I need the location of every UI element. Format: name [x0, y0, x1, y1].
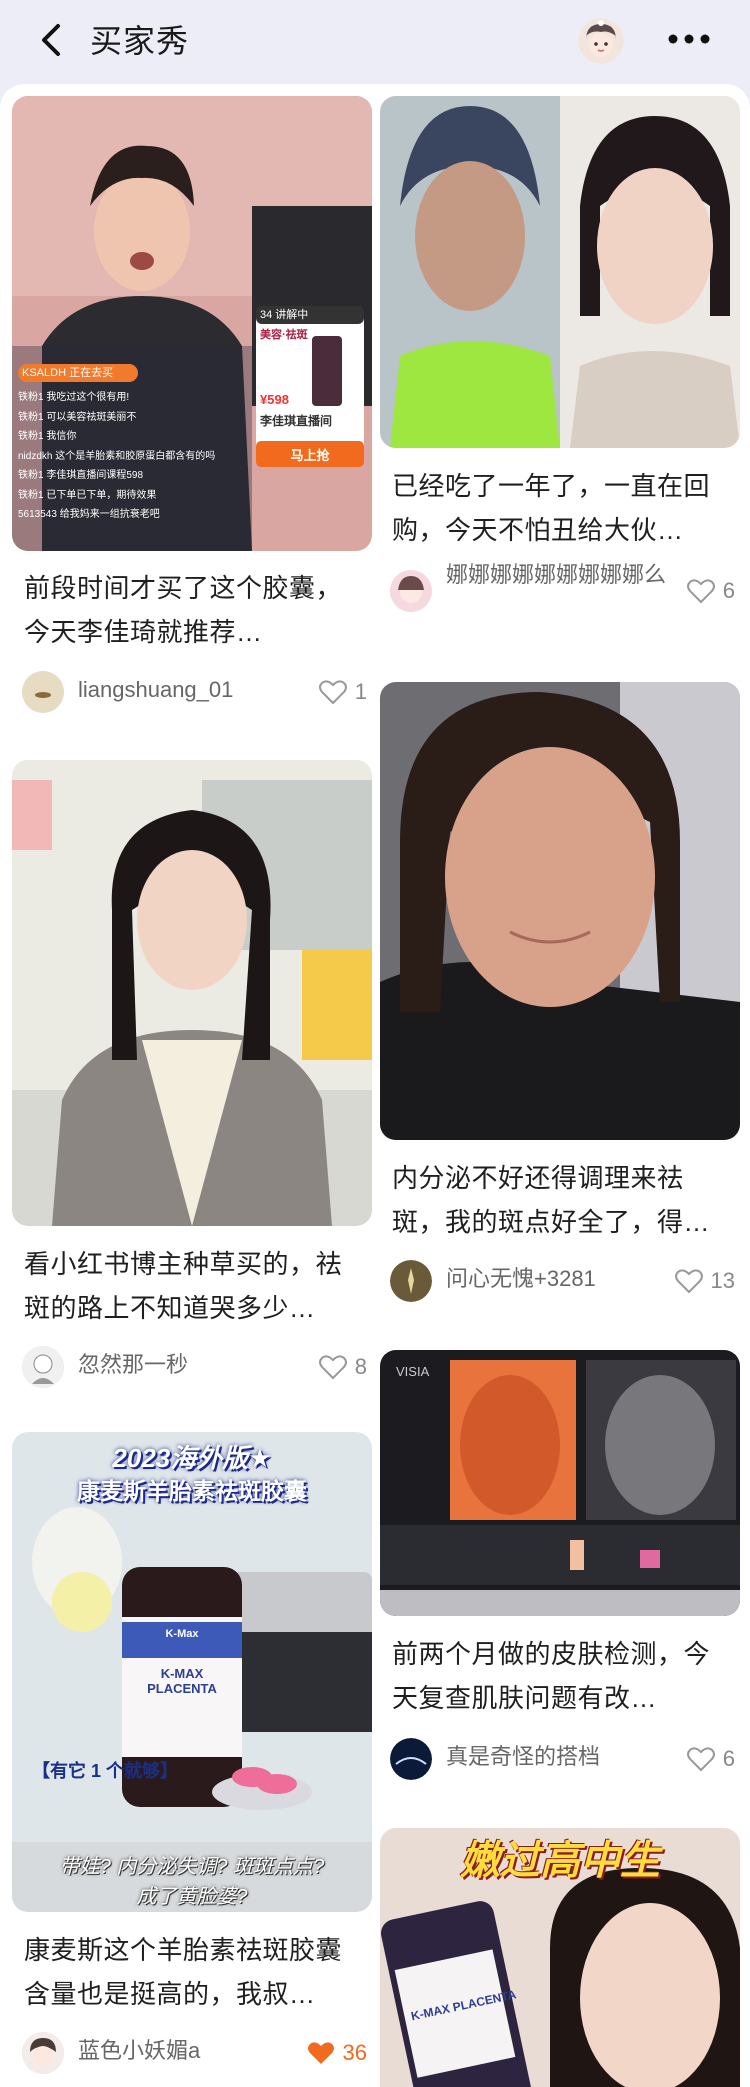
heart-icon — [686, 579, 715, 604]
post-image[interactable] — [12, 760, 372, 1226]
live-badge: 34 讲解中 — [260, 309, 309, 321]
post-caption[interactable]: 前两个月做的皮肤检测，今天复查肌肤问题有改… — [392, 1632, 732, 1720]
image-tag: 【有它 1 个就够】 — [32, 1761, 179, 1781]
author-name[interactable]: 忽然那一秒 — [78, 1350, 288, 1380]
post-caption[interactable]: 康麦斯这个羊胎素祛斑胶囊含量也是挺高的，我叔… — [24, 1928, 364, 2016]
host-tag: KSALDH 正在去买 — [22, 367, 114, 379]
heart-filled-icon — [307, 2042, 334, 2064]
post-meta: liangshuang_01 1 — [22, 669, 367, 715]
post-meta: 蓝色小妖媚a 36 — [22, 2030, 367, 2076]
like-count: 6 — [722, 578, 735, 603]
post-caption[interactable]: 看小红书博主种草买的，祛斑的路上不知道哭多少… — [24, 1242, 364, 1330]
like-button[interactable]: 36 — [307, 2038, 367, 2068]
bottle-brand: K-Max — [165, 1628, 199, 1640]
heart-icon — [686, 1747, 715, 1772]
post-meta: 问心无愧+3281 13 — [390, 1258, 735, 1304]
image-bottom-text: 成了黄脸婆? — [136, 1886, 248, 1908]
author-name[interactable]: 蓝色小妖媚a — [78, 2036, 288, 2066]
waterfall-feed[interactable]: 34 讲解中 美容·祛斑 ¥598 李佳琪直播间 马上抢 KSALDH 正在去买… — [0, 84, 750, 2087]
live-comment: nidzdkh 这个是羊胎素和胶原蛋白都含有的吗 — [18, 450, 216, 462]
image-subheadline: 康麦斯羊胎素祛斑胶囊 — [77, 1478, 307, 1504]
page-title: 买家秀 — [90, 23, 190, 59]
heart-icon — [318, 1355, 347, 1380]
post-image[interactable] — [380, 96, 740, 448]
post-image[interactable]: 2023海外版★ 康麦斯羊胎素祛斑胶囊 K-Max K-MAX PLACENTA… — [12, 1432, 372, 1912]
like-button[interactable]: 13 — [674, 1266, 735, 1296]
live-comment: 5613543 给我妈来一组抗衰老吧 — [18, 509, 160, 520]
post-card[interactable]: 34 讲解中 美容·祛斑 ¥598 李佳琪直播间 马上抢 KSALDH 正在去买… — [12, 96, 372, 713]
live-comment: 铁粉1 我吃过这个很有用! — [18, 392, 130, 403]
avatar[interactable] — [578, 18, 624, 64]
author-name[interactable]: 真是奇怪的搭档 — [446, 1742, 656, 1772]
back-button[interactable] — [36, 20, 70, 60]
buy-now-button: 马上抢 — [290, 448, 330, 463]
avatar[interactable] — [390, 1260, 432, 1302]
product-price: ¥598 — [260, 392, 289, 407]
top-bar: 买家秀 — [0, 0, 750, 84]
like-button[interactable]: 1 — [318, 677, 367, 707]
heart-icon — [318, 680, 347, 705]
like-count: 6 — [722, 1746, 735, 1771]
avatar[interactable] — [22, 2032, 64, 2074]
live-comments: 铁粉1 我吃过这个很有用! 铁粉1 可以美容祛斑美丽不 铁粉1 我信你 nidz… — [18, 388, 254, 525]
post-image[interactable] — [380, 682, 740, 1140]
avatar[interactable] — [22, 671, 64, 713]
image-headline: 嫩过高中生 — [460, 1839, 660, 1883]
product-title: 美容·祛斑 — [260, 329, 308, 341]
author-name[interactable]: liangshuang_01 — [78, 675, 288, 705]
live-room-label: 李佳琪直播间 — [260, 414, 333, 428]
like-count: 36 — [342, 2040, 367, 2065]
live-comment: 铁粉1 可以美容祛斑美丽不 — [18, 411, 137, 423]
live-comment: 铁粉1 已下单已下单，期待效果 — [18, 489, 157, 501]
like-button[interactable]: 8 — [318, 1352, 367, 1382]
author-name[interactable]: 问心无愧+3281 — [446, 1264, 656, 1294]
post-caption[interactable]: 已经吃了一年了，一直在回购，今天不怕丑给大伙… — [392, 464, 732, 552]
post-caption[interactable]: 内分泌不好还得调理来祛斑，我的斑点好全了，得… — [392, 1156, 732, 1244]
live-comment: 铁粉1 我信你 — [18, 431, 77, 442]
avatar[interactable] — [390, 570, 432, 612]
more-button[interactable] — [664, 24, 714, 54]
like-count: 1 — [354, 679, 367, 704]
post-meta: 忽然那一秒 8 — [22, 1344, 367, 1390]
author-name[interactable]: 娜娜娜娜娜娜娜娜娜么 — [446, 560, 686, 590]
post-meta: 娜娜娜娜娜娜娜娜娜么 6 — [390, 562, 735, 614]
like-button[interactable]: 6 — [686, 576, 735, 606]
avatar[interactable] — [390, 1738, 432, 1780]
more-dots-icon — [668, 34, 710, 44]
device-brand: VISIA — [396, 1364, 430, 1379]
post-caption[interactable]: 前段时间才买了这个胶囊，今天李佳琦就推荐… — [24, 566, 364, 654]
post-image[interactable]: 嫩过高中生 K-MAX PLACENTA — [380, 1828, 740, 2087]
like-count: 13 — [710, 1268, 735, 1293]
like-count: 8 — [354, 1354, 367, 1379]
image-headline: 2023海外版★ — [112, 1443, 272, 1473]
chevron-left-icon — [42, 24, 60, 56]
avatar[interactable] — [22, 1346, 64, 1388]
live-comment: 铁粉1 李佳琪直播间课程598 — [18, 470, 144, 481]
post-image[interactable]: 34 讲解中 美容·祛斑 ¥598 李佳琪直播间 马上抢 KSALDH 正在去买… — [12, 96, 372, 551]
like-button[interactable]: 6 — [686, 1744, 735, 1774]
post-image[interactable]: VISIA — [380, 1350, 740, 1616]
image-bottom-text: 带娃? 内分泌失调? 斑斑点点? — [59, 1856, 325, 1878]
heart-icon — [674, 1269, 703, 1294]
bottle-label: K-MAX PLACENTA — [147, 1666, 217, 1696]
post-meta: 真是奇怪的搭档 6 — [390, 1736, 735, 1782]
